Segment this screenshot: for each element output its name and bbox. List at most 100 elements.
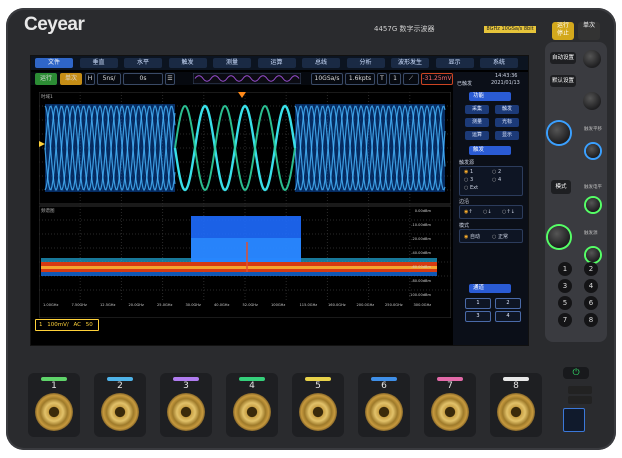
h-position-label: 触发平移	[584, 127, 602, 132]
timebase-value[interactable]: 5ns/	[97, 73, 121, 85]
channel-input-number: 7	[447, 381, 453, 391]
noise-floor-band-blue	[41, 272, 437, 276]
trigger-mode-button[interactable]: 模式	[551, 180, 571, 194]
channel-input-5[interactable]: 5	[292, 373, 344, 437]
channel-select-button-6[interactable]: 6	[584, 296, 598, 310]
menu-item-6[interactable]: 总线	[302, 58, 340, 68]
menu-item-5[interactable]: 运算	[257, 58, 296, 68]
menu-item-3[interactable]: 触发	[168, 58, 207, 68]
mode-option-label: 自动	[469, 234, 480, 240]
mode-box: ◉ 自动 ○ 正常	[459, 229, 523, 243]
menu-item-1[interactable]: 垂直	[79, 58, 118, 68]
aux-port-label-a	[568, 386, 592, 394]
single-status[interactable]: 单次	[60, 73, 82, 85]
mode-option-1[interactable]: ○ 正常	[492, 233, 508, 240]
trigger-state: 已触发	[457, 81, 473, 87]
bnc-connector-icon	[101, 393, 139, 431]
single-button[interactable]: 单次	[578, 22, 600, 40]
channel-input-7[interactable]: 7	[424, 373, 476, 437]
run-stop-button[interactable]: 运行 停止	[552, 22, 574, 40]
channel-input-4[interactable]: 4	[226, 373, 278, 437]
menu-item-4[interactable]: 测量	[213, 58, 251, 68]
menu-item-0[interactable]: 文件	[35, 58, 73, 68]
trigger-channel[interactable]: 1	[389, 73, 401, 85]
run-status[interactable]: 运行	[35, 73, 57, 85]
trig-source-option-4[interactable]: ○ Ext	[464, 185, 478, 191]
horizontal-position-knob[interactable]	[586, 144, 600, 158]
trig-source-option-1[interactable]: ○ 2	[492, 169, 501, 175]
menu-item-9[interactable]: 显示	[435, 58, 474, 68]
memory-depth-value[interactable]: 1.6kpts	[345, 73, 375, 85]
channel-select-button-1[interactable]: 1	[558, 262, 572, 276]
db-tick-label: -80.00dBm	[411, 279, 431, 283]
display-screen: 文件 垂直 水平 触发 测量 运算 总线 分析 波形发生 显示 系统 运行 单次 H 5ns/ 0s…	[30, 55, 529, 346]
menu-item-7[interactable]: 分析	[346, 58, 385, 68]
vertical-position-knob[interactable]	[586, 248, 600, 262]
auto-setup-button[interactable]: 自动设置	[550, 52, 576, 64]
trig-source-box: ◉ 1 ○ 2 ○ 3 ○ 4 ○ Ext	[459, 166, 523, 196]
menu-item-8[interactable]: 波形发生	[391, 58, 429, 68]
vertical-scale-knob[interactable]	[548, 226, 570, 248]
edge-option-2[interactable]: ○↑↓	[502, 209, 515, 215]
func-button-0[interactable]: 采集	[465, 105, 489, 114]
bnc-connector-icon	[497, 393, 535, 431]
channel-button-4[interactable]: 4	[495, 311, 521, 322]
sample-rate-value[interactable]: 10GSa/s	[311, 73, 343, 85]
trig-source-option-0[interactable]: ◉ 1	[464, 169, 473, 175]
func-button-2[interactable]: 测量	[465, 118, 489, 127]
channel-input-2[interactable]: 2	[94, 373, 146, 437]
freq-tick-label: 30.0GHz	[186, 303, 201, 307]
channel-select-button-8[interactable]: 8	[584, 313, 598, 327]
mode-option-label: 正常	[497, 234, 508, 240]
channel-select-button-5[interactable]: 5	[558, 296, 572, 310]
channel-select-button-7[interactable]: 7	[558, 313, 572, 327]
usb-port[interactable]	[563, 408, 585, 432]
mode-option-0[interactable]: ◉ 自动	[464, 233, 480, 240]
channel-input-6[interactable]: 6	[358, 373, 410, 437]
channel-select-button-2[interactable]: 2	[584, 262, 598, 276]
menu-item-10[interactable]: 系统	[480, 58, 518, 68]
delay-value[interactable]: 0s	[123, 73, 163, 85]
waveform-overview	[193, 73, 301, 84]
freq-tick-label: 115.0GHz	[300, 303, 318, 307]
channel-input-number: 3	[183, 381, 189, 391]
edge-option-1[interactable]: ○↓	[483, 209, 492, 215]
channel-select-button-4[interactable]: 4	[584, 279, 598, 293]
func-button-4[interactable]: 运算	[465, 131, 489, 140]
channel-1-info[interactable]: 1 100mV/ AC 50	[35, 319, 99, 331]
trigger-edge-icon[interactable]: ⟋	[403, 73, 419, 85]
channel-header[interactable]: 通道	[469, 284, 511, 293]
trigger-header[interactable]: 触发	[469, 146, 511, 155]
aux-port-label-b	[568, 396, 592, 404]
vertical-label: 触发源	[584, 231, 598, 236]
func-header[interactable]: 功能	[469, 92, 511, 101]
edge-option-0[interactable]: ◉↑	[464, 209, 473, 215]
trigger-level-value[interactable]: -31.25mV	[421, 73, 453, 85]
default-setup-button[interactable]: 默认设置	[550, 75, 576, 87]
freq-tick-label: 100GHz	[271, 303, 285, 307]
func-button-5[interactable]: 显示	[495, 131, 519, 140]
channel-select-button-3[interactable]: 3	[558, 279, 572, 293]
trig-source-option-3[interactable]: ○ 4	[492, 177, 501, 183]
channel-button-1[interactable]: 1	[465, 298, 491, 309]
channel-scale: 100mV/	[47, 322, 69, 328]
func-button-3[interactable]: 光标	[495, 118, 519, 127]
channel-button-2[interactable]: 2	[495, 298, 521, 309]
channel-input-8[interactable]: 8	[490, 373, 542, 437]
channel-input-3[interactable]: 3	[160, 373, 212, 437]
channel-input-1[interactable]: 1	[28, 373, 80, 437]
horizontal-scale-knob[interactable]	[548, 122, 570, 144]
freq-tick-label: 250.0GHz	[385, 303, 403, 307]
channel-button-3[interactable]: 3	[465, 311, 491, 322]
menu-icon[interactable]: ☰	[165, 73, 175, 85]
multipurpose-knob-b[interactable]	[583, 92, 601, 110]
menu-item-2[interactable]: 水平	[124, 58, 162, 68]
db-tick-label: 0.00dBm	[415, 209, 432, 213]
db-tick-label: -100.00dBm	[409, 293, 432, 297]
func-button-1[interactable]: 触发	[495, 105, 519, 114]
freq-tick-label: 300.0GHz	[414, 303, 432, 307]
power-button[interactable]: ⏻	[563, 367, 589, 379]
trigger-level-knob[interactable]	[586, 198, 600, 212]
trig-source-option-2[interactable]: ○ 3	[464, 177, 473, 183]
multipurpose-knob-a[interactable]	[583, 50, 601, 68]
